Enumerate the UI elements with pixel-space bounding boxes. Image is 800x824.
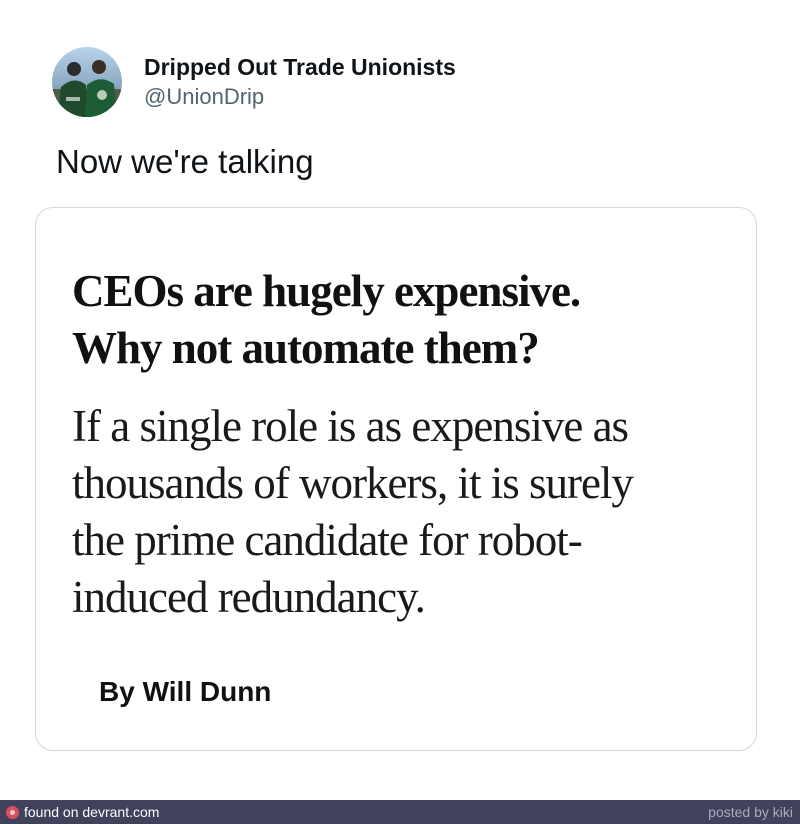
headline-line: CEOs are hugely expensive. (72, 266, 581, 316)
article-card[interactable]: CEOs are hugely expensive. Why not autom… (35, 207, 757, 751)
avatar[interactable] (52, 47, 122, 117)
standfirst-line: the prime candidate for robot- (72, 515, 583, 565)
standfirst-line: If a single role is as expensive as (72, 401, 629, 451)
footer-posted-by[interactable]: posted by kiki (708, 804, 793, 820)
author-display-name[interactable]: Dripped Out Trade Unionists (144, 52, 456, 82)
devrant-footer-bar: found on devrant.com posted by kiki (0, 800, 800, 824)
author-handle[interactable]: @UnionDrip (144, 82, 456, 112)
article-headline: CEOs are hugely expensive. Why not autom… (72, 263, 722, 377)
avatar-photo-icon (52, 47, 122, 117)
devrant-logo-icon (6, 805, 19, 819)
footer-source-text: found on devrant.com (24, 804, 160, 820)
standfirst-line: induced redundancy. (72, 572, 426, 622)
footer-source[interactable]: found on devrant.com (6, 804, 159, 820)
author-names: Dripped Out Trade Unionists @UnionDrip (144, 52, 456, 112)
tweet-text: Now we're talking (56, 143, 314, 180)
article-standfirst: If a single role is as expensive as thou… (72, 398, 732, 626)
standfirst-line: thousands of workers, it is surely (72, 458, 634, 508)
article-byline: By Will Dunn (99, 676, 272, 707)
tweet-header: Dripped Out Trade Unionists @UnionDrip (52, 46, 456, 118)
headline-line: Why not automate them? (72, 323, 540, 373)
